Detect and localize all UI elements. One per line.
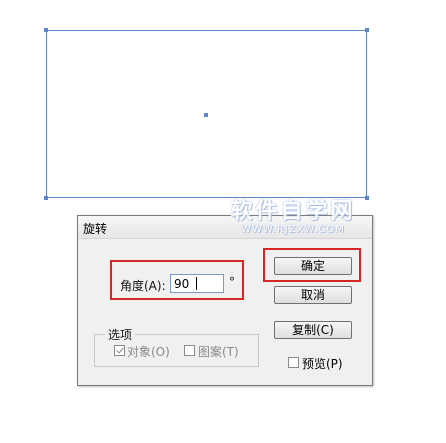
preview-checkbox[interactable] (288, 357, 299, 368)
angle-label: 角度(A): (120, 279, 166, 293)
preview-label: 预览(P) (302, 357, 343, 371)
center-point-marker (204, 113, 208, 117)
angle-input[interactable] (170, 274, 224, 293)
resize-handle-bottom-left[interactable] (44, 196, 48, 200)
dialog-title: 旋转 (83, 222, 108, 236)
watermark-sub-text: WWW.RJZXW.COM (241, 224, 345, 235)
watermark-logo: 软件自学网 WWW.RJZXW.COM (218, 199, 368, 236)
patterns-checkbox[interactable] (184, 345, 195, 356)
options-legend: 选项 (105, 326, 136, 343)
ok-button[interactable]: 确定 (274, 257, 352, 275)
text-caret (196, 277, 197, 290)
resize-handle-top-right[interactable] (365, 28, 369, 32)
objects-label: 对象(O) (127, 345, 170, 359)
cancel-button[interactable]: 取消 (274, 286, 352, 304)
copy-button[interactable]: 复制(C) (274, 321, 352, 339)
degree-unit: ° (229, 275, 235, 289)
objects-checkbox[interactable] (114, 345, 125, 356)
rotate-dialog: 旋转 软件自学网 WWW.RJZXW.COM 角度(A): ° 选项 对象(O)… (77, 200, 373, 386)
watermark-main-text: 软件自学网 (230, 199, 356, 224)
resize-handle-top-left[interactable] (44, 28, 48, 32)
patterns-label: 图案(T) (198, 345, 239, 359)
